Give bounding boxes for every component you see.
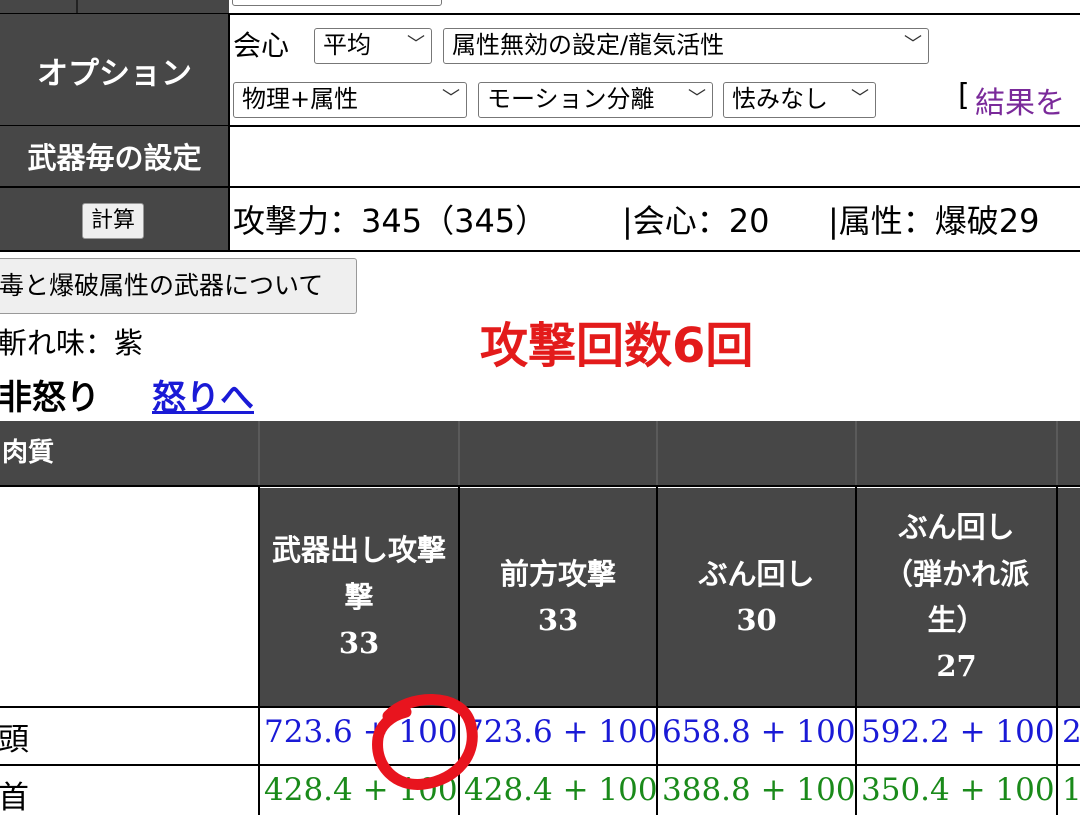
table-cell: 388.8 + 100 <box>662 772 855 808</box>
red-circle-annotation <box>372 694 478 790</box>
chevron-down-icon: ﹀ <box>442 88 460 109</box>
crit-label: 会心 <box>233 29 290 62</box>
weapon-settings-label: 武器毎の設定 <box>0 126 229 186</box>
motion-select[interactable]: モーション分離 ﹀ <box>478 82 713 118</box>
poison-blast-info-button[interactable]: 毒と爆破属性の武器について <box>0 258 357 314</box>
table-cell: 592.2 + 100 <box>861 714 1055 750</box>
flinch-select[interactable]: 怯みなし ﹀ <box>723 82 876 118</box>
mode-current: 非怒り <box>0 378 100 418</box>
table-cell: 428.4 + 100 <box>464 772 656 808</box>
table-cell: 2 <box>1062 714 1080 750</box>
attack-count-annotation: 攻撃回数6回 <box>480 318 754 374</box>
table-cell: 658.8 + 100 <box>662 714 855 750</box>
element-setting-select[interactable]: 属性無効の設定/龍気活性 ﹀ <box>443 28 929 64</box>
column-header-weapon-draw: 武器出し攻撃 撃 33 <box>260 488 458 706</box>
chevron-down-icon: ﹀ <box>851 88 869 109</box>
crit-select[interactable]: 平均 ﹀ <box>314 28 432 64</box>
crit-readout: |会心：20 <box>622 202 770 240</box>
column-header-partial <box>1058 488 1080 706</box>
column-header-spin: ぶん回し 30 <box>658 488 855 706</box>
table-cell: 723.6 + 100 <box>464 714 656 750</box>
rage-mode-link[interactable]: 怒りへ <box>152 370 254 419</box>
row-part-head: 頭 <box>0 722 29 758</box>
table-cell: 1 <box>1062 772 1080 808</box>
element-readout: |属性：爆破29 <box>828 202 1040 240</box>
table-cell: 350.4 + 100 <box>861 772 1055 808</box>
attack-value: 攻撃力：345（345） <box>233 202 548 240</box>
column-header-forward-attack: 前方攻撃 33 <box>460 488 656 706</box>
damage-type-select[interactable]: 物理+属性 ﹀ <box>233 82 467 118</box>
chevron-down-icon: ﹀ <box>688 88 706 109</box>
chevron-down-icon: ﹀ <box>904 34 922 55</box>
chevron-down-icon: ﹀ <box>407 34 425 55</box>
results-link[interactable]: 結果を <box>975 78 1065 122</box>
attack-readout: 攻撃力：345（345） <box>233 196 547 242</box>
column-header-spin-bounced: ぶん回し （弾かれ派 生） 27 <box>857 488 1056 706</box>
top-label-cell <box>0 0 229 14</box>
calculate-button[interactable]: 計算 <box>82 203 144 239</box>
sharpness-text: 斬れ味：紫 <box>0 326 144 360</box>
hitzone-section-title: 肉質 <box>0 421 1080 485</box>
top-partial-select[interactable] <box>232 0 442 6</box>
results-link-bracket: [ <box>958 78 970 113</box>
options-label: オプション <box>0 14 229 126</box>
row-part-neck: 首 <box>0 780 29 816</box>
